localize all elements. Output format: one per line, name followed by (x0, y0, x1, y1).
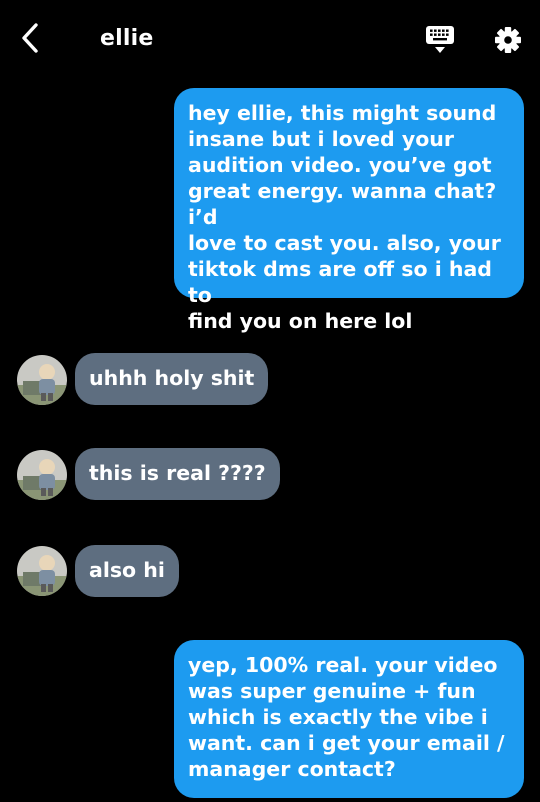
received-message-bubble[interactable]: also hi (75, 545, 179, 597)
avatar-photo (17, 355, 67, 405)
avatar-photo (17, 450, 67, 500)
gear-icon (495, 27, 521, 53)
chat-header: ellie (0, 0, 540, 78)
received-message-bubble[interactable]: this is real ???? (75, 448, 280, 500)
sent-message-bubble[interactable]: hey ellie, this might sound insane but i… (174, 88, 524, 333)
avatar[interactable] (17, 546, 67, 596)
avatar-photo (17, 546, 67, 596)
settings-button[interactable] (490, 22, 526, 58)
sent-message-bubble[interactable]: yep, 100% real. your video was super gen… (174, 640, 524, 798)
received-message-bubble[interactable]: uhhh holy shit (75, 353, 269, 405)
conversation-title[interactable]: ellie (100, 24, 153, 54)
avatar[interactable] (17, 355, 67, 405)
back-button[interactable] (12, 20, 48, 56)
keyboard-button[interactable] (424, 24, 458, 56)
chevron-left-icon (22, 23, 38, 53)
avatar[interactable] (17, 450, 67, 500)
keyboard-icon (426, 26, 454, 53)
